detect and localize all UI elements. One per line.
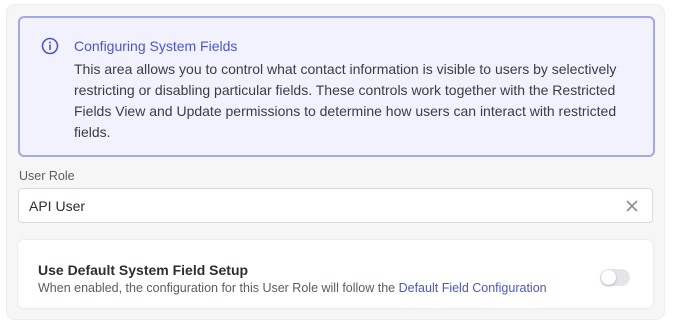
toggle-knob	[601, 270, 616, 285]
default-setup-description-text: When enabled, the configuration for this…	[38, 281, 399, 295]
close-icon[interactable]	[625, 199, 639, 213]
default-field-configuration-link[interactable]: Default Field Configuration	[399, 281, 547, 295]
info-callout: Configuring System Fields This area allo…	[18, 16, 655, 157]
default-setup-toggle[interactable]	[600, 269, 630, 286]
user-role-label: User Role	[19, 169, 75, 183]
info-description: This area allows you to control what con…	[74, 61, 617, 140]
user-role-select[interactable]: API User	[18, 188, 653, 223]
user-role-value: API User	[29, 198, 86, 214]
info-circle-icon	[41, 37, 59, 55]
default-setup-card: Use Default System Field Setup When enab…	[18, 240, 653, 308]
info-title: Configuring System Fields	[74, 38, 238, 54]
default-setup-description: When enabled, the configuration for this…	[38, 280, 547, 296]
default-setup-title: Use Default System Field Setup	[38, 262, 249, 278]
system-fields-panel: Configuring System Fields This area allo…	[7, 5, 664, 319]
